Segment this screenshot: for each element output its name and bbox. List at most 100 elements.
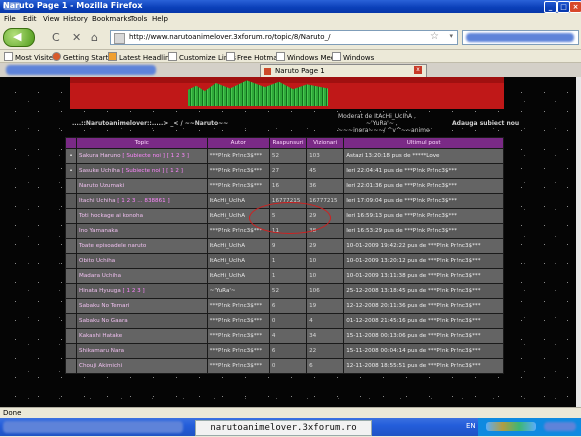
home-icon[interactable]: ⌂ [91,31,98,44]
topic-title[interactable]: Naruto Uzumaki [79,183,124,189]
topic-link[interactable]: Chouji Akimichi [76,358,208,374]
menu-tools[interactable]: Tools [130,15,147,23]
author-link[interactable]: ***P!nk Pr!nc3$*** [206,148,270,164]
topic-link[interactable]: Sabaku No Gaara [76,313,208,329]
author-link[interactable]: ***P!nk Pr!nc3$*** [206,163,270,179]
author-link[interactable]: ItAcHi_UcIhA [206,253,270,269]
author-link[interactable]: ~'YuRa'~ [206,283,270,299]
topic-title[interactable]: Toti hockage ai konoha [79,213,143,219]
reload-icon[interactable]: C [52,31,60,44]
topic-title[interactable]: Sabaku No Temari [79,303,129,309]
blurred-taskbar-items [3,421,183,433]
topic-title[interactable]: Sabaku No Gaara [79,318,128,324]
bookmark-most-visited[interactable]: Most Visited [4,52,58,62]
topic-title[interactable]: Itachi Uchiha [79,198,115,204]
topic-link[interactable]: Kakashi Hatake [76,328,208,344]
author-link[interactable]: ***P!nk Pr!nc3$*** [206,358,270,374]
last-post-info[interactable]: 15-11-2008 00:04:14 pus de ***P!nk Pr!nc… [343,343,504,359]
last-post-info[interactable]: Ieri 17:09:04 pus de ***P!nk Pr!nc3$*** [343,193,504,209]
topic-title[interactable]: Ino Yamanaka [79,228,118,234]
topic-title[interactable]: Chouji Akimichi [79,363,122,369]
topic-link[interactable]: Toate episoadele naruto [76,238,208,254]
topic-link[interactable]: Toti hockage ai konoha [76,208,208,224]
topic-link[interactable]: Naruto Uzumaki [76,178,208,194]
topic-pages[interactable]: [ 1 2 3 ] [123,288,145,294]
row-bullet [64,238,78,254]
breadcrumb[interactable]: ....::Narutoanimelover::.....> _< / ~~Na… [72,120,228,127]
last-post-info[interactable]: Ieri 22:01:36 pus de ***P!nk Pr!nc3$*** [343,178,504,194]
author-link[interactable]: ***P!nk Pr!nc3$*** [206,313,270,329]
bookmark-windows[interactable]: Windows [332,52,374,62]
menu-edit[interactable]: Edit [23,15,37,23]
topic-link[interactable]: Madara Uchiha [76,268,208,284]
tab-close-icon[interactable]: x [414,66,422,74]
topic-pages[interactable]: [ Subiecte noi ] [ 1 2 ] [122,168,183,174]
tray-icons[interactable] [486,422,536,431]
topic-title[interactable]: Obito Uchiha [79,258,115,264]
menu-help[interactable]: Help [152,15,168,23]
last-post-info[interactable]: 10-01-2009 19:42:22 pus de ***P!nk Pr!nc… [343,238,504,254]
topic-title[interactable]: Kakashi Hatake [79,333,122,339]
menu-file[interactable]: File [4,15,16,23]
menu-view[interactable]: View [43,15,60,23]
windows-taskbar: narutoanimelover.3xforum.ro EN [0,418,581,436]
page-scrollbar[interactable] [576,77,581,407]
url-dropdown-icon[interactable]: ▾ [449,32,453,40]
firefox-icon [52,52,61,61]
topic-link[interactable]: Sabaku No Temari [76,298,208,314]
navigation-toolbar: ◀ C ✕ ⌂ http://www.narutoanimelover.3xfo… [0,25,581,50]
last-post-info[interactable]: 01-12-2008 21:45:16 pus de ***P!nk Pr!nc… [343,313,504,329]
last-post-info[interactable]: 10-01-2009 13:20:12 pus de ***P!nk Pr!nc… [343,253,504,269]
menu-history[interactable]: History [63,15,88,23]
topic-pages[interactable]: [ 1 2 3 ... 838861 ] [117,198,169,204]
last-post-info[interactable]: 15-11-2008 00:13:06 pus de ***P!nk Pr!nc… [343,328,504,344]
add-topic-link[interactable]: Adauga subiect nou [452,120,519,127]
last-post-info[interactable]: 12-11-2008 18:55:51 pus de ***P!nk Pr!nc… [343,358,504,374]
table-header-row: Topic Autor Raspunsuri Vizionari Ultimul… [64,137,504,149]
topic-link[interactable]: Obito Uchiha [76,253,208,269]
tab-label: Naruto Page 1 [275,67,325,75]
topic-title[interactable]: Hinata Hyuuga [79,288,121,294]
author-link[interactable]: ***P!nk Pr!nc3$*** [206,343,270,359]
search-box[interactable] [462,30,579,45]
author-link[interactable]: ***P!nk Pr!nc3$*** [206,328,270,344]
author-link[interactable]: ItAcHi_UcIhA [206,268,270,284]
author-link[interactable]: ***P!nk Pr!nc3$*** [206,178,270,194]
taskbar-window-button[interactable]: narutoanimelover.3xforum.ro [195,420,372,436]
author-link[interactable]: ***P!nk Pr!nc3$*** [206,298,270,314]
tab-naruto-page-1[interactable]: Naruto Page 1 x [260,64,427,78]
topic-link[interactable]: Ino Yamanaka [76,223,208,239]
last-post-info[interactable]: Ieri 16:59:13 pus de ***P!nk Pr!nc3$*** [343,208,504,224]
bookmark-star-icon[interactable]: ☆ [430,31,439,42]
topic-link[interactable]: Shikamaru Nara [76,343,208,359]
close-window-button[interactable]: × [569,1,581,13]
author-link[interactable]: ItAcHi_UcIhA [206,238,270,254]
last-post-info[interactable]: Ieri 16:53:29 pus de ***P!nk Pr!nc3$*** [343,223,504,239]
topic-title[interactable]: Shikamaru Nara [79,348,124,354]
topic-title[interactable]: Madara Uchiha [79,273,121,279]
address-bar[interactable]: http://www.narutoanimelover.3xforum.ro/t… [110,30,458,45]
language-indicator[interactable]: EN [466,422,476,430]
last-post-info[interactable]: 12-12-2008 20:11:36 pus de ***P!nk Pr!nc… [343,298,504,314]
topic-title[interactable]: Sasuke Uchiha [79,168,120,174]
topic-link[interactable]: Itachi Uchiha [ 1 2 3 ... 838861 ] [76,193,208,209]
topic-link[interactable]: Sakura Haruno [ Subiecte noi ] [ 1 2 3 ] [76,148,208,164]
topic-link[interactable]: Sasuke Uchiha [ Subiecte noi ] [ 1 2 ] [76,163,208,179]
table-row: • Sasuke Uchiha [ Subiecte noi ] [ 1 2 ] *… [64,163,504,179]
last-post-info[interactable]: Ieri 22:04:41 pus de ***P!nk Pr!nc3$*** [343,163,504,179]
row-bullet [64,208,78,224]
topic-title[interactable]: Toate episoadele naruto [79,243,146,249]
bookmark-free-hotmail[interactable]: Free Hotmail [226,52,281,62]
back-button[interactable]: ◀ [3,28,35,47]
topic-link[interactable]: Hinata Hyuuga [ 1 2 3 ] [76,283,208,299]
menu-bookmarks[interactable]: Bookmarks [92,15,131,23]
last-post-info[interactable]: 25-12-2008 13:18:45 pus de ***P!nk Pr!nc… [343,283,504,299]
header-replies: Raspunsuri [268,137,308,149]
topic-title[interactable]: Sakura Haruno [79,153,121,159]
bookmarks-toolbar: Most Visited Getting Started Latest Head… [0,50,581,63]
stop-icon[interactable]: ✕ [72,31,81,44]
last-post-info[interactable]: 10-01-2009 13:11:38 pus de ***P!nk Pr!nc… [343,268,504,284]
minimize-button[interactable]: _ [544,1,557,13]
topic-pages[interactable]: [ Subiecte noi ] [ 1 2 3 ] [122,153,189,159]
last-post-info[interactable]: Astazi 13:20:18 pus de *****Love [343,148,504,164]
